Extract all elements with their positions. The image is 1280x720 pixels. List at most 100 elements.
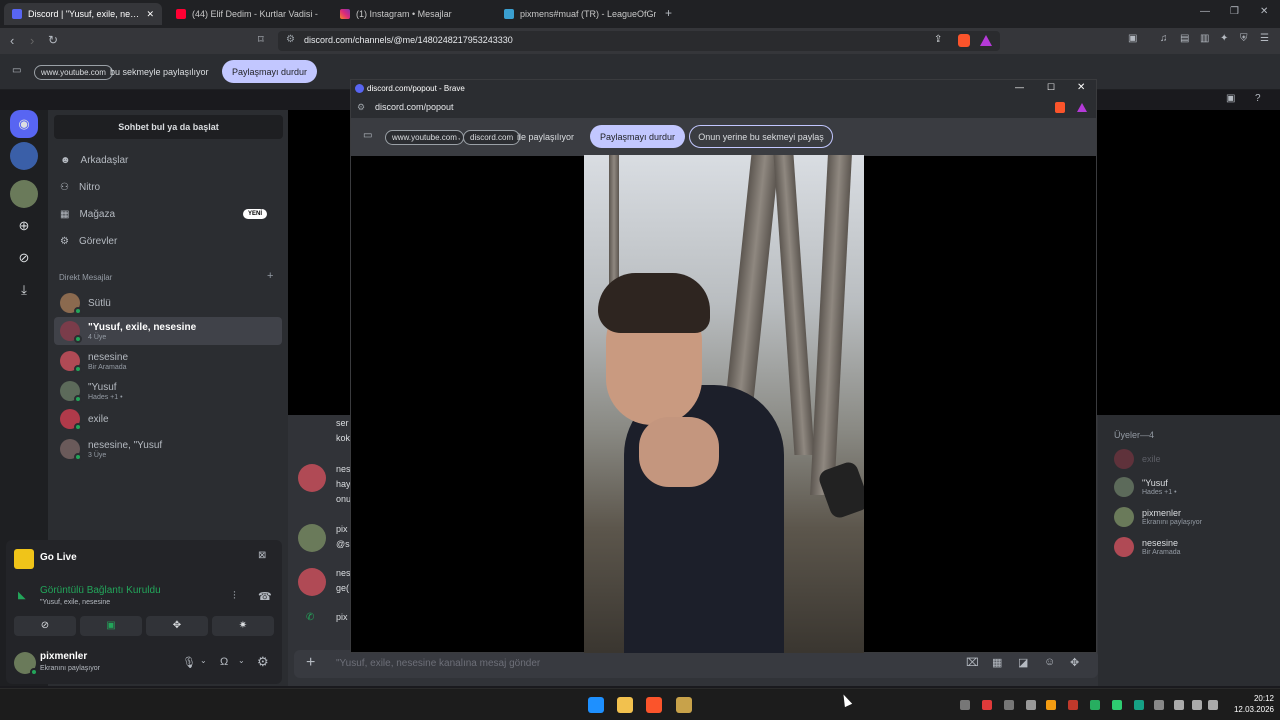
nav-nitro[interactable]: ⚇ Nitro <box>60 182 100 193</box>
close-window-button[interactable]: ✕ <box>1260 6 1268 17</box>
tab-leagueofgraphs[interactable]: pixmens#muaf (TR) - LeagueOfGraph <box>496 3 656 25</box>
download-icon[interactable]: ⤓ <box>10 276 38 304</box>
sidebar-icon[interactable]: ▤ <box>1180 33 1189 44</box>
dm-item[interactable]: "Yusuf, exile, nesesine 4 Üye <box>54 317 282 345</box>
tray-app-icon[interactable] <box>1112 700 1122 710</box>
apps-icon[interactable]: ✥ <box>1070 656 1079 669</box>
nav-quests[interactable]: ⚙ Görevler <box>60 236 117 247</box>
share-page-icon[interactable]: ⇪ <box>934 34 942 45</box>
dm-item[interactable]: nesesine Bir Aramada <box>54 347 282 375</box>
url-field[interactable]: ⚙ discord.com/channels/@me/1480248217953… <box>278 31 1000 51</box>
message-avatar[interactable] <box>298 524 326 552</box>
soundboard-button[interactable]: ✷ <box>212 616 274 636</box>
media-icon[interactable]: ♫ <box>1160 33 1168 44</box>
tray-app-icon[interactable] <box>1068 700 1078 710</box>
help-icon[interactable]: ? <box>1255 93 1261 104</box>
wallet-icon[interactable]: ▣ <box>1128 33 1137 44</box>
tray-app-icon[interactable] <box>960 700 970 710</box>
tray-app-icon[interactable] <box>1090 700 1100 710</box>
volume-icon[interactable] <box>1192 700 1202 710</box>
microphone-icon[interactable]: 🎙 <box>182 656 196 669</box>
tray-app-icon[interactable] <box>1026 700 1036 710</box>
tray-app-icon[interactable] <box>982 700 992 710</box>
tray-app-icon[interactable] <box>1004 700 1014 710</box>
server-avatar[interactable] <box>10 142 38 170</box>
member-item[interactable]: nesesine Bir Aramada <box>1114 535 1274 559</box>
minimize-button[interactable]: — <box>1015 82 1024 92</box>
leo-ai-icon[interactable]: ✦ <box>1220 33 1228 44</box>
direct-messages-icon[interactable]: ◉ <box>10 110 38 138</box>
screen-share-button[interactable]: ▣ <box>80 616 142 636</box>
member-item[interactable]: exile <box>1114 447 1274 471</box>
add-attachment-icon[interactable]: + <box>306 654 315 672</box>
gif-icon[interactable]: ▦ <box>992 656 1002 669</box>
bookmark-icon[interactable]: ⌑ <box>258 33 264 46</box>
site-settings-icon[interactable]: ⚙ <box>286 34 295 45</box>
vpn-icon[interactable]: ⛨ <box>1240 33 1248 44</box>
maximize-button[interactable]: ☐ <box>1047 82 1055 93</box>
settings-gear-icon[interactable]: ⚙ <box>257 654 269 670</box>
brave-shields-icon[interactable] <box>958 34 970 47</box>
disconnect-icon[interactable]: ☎ <box>258 590 272 603</box>
close-popout-button[interactable]: ✕ <box>1077 82 1085 93</box>
battery-icon[interactable] <box>1208 700 1218 710</box>
user-avatar[interactable] <box>14 652 38 676</box>
minimize-button[interactable]: — <box>1200 6 1210 17</box>
search-dm-field[interactable]: Sohbet bul ya da başlat <box>54 115 283 139</box>
reload-icon[interactable]: ↻ <box>48 33 58 47</box>
noise-suppression-icon[interactable]: ⫶ <box>233 590 236 603</box>
stop-sharing-button[interactable]: Paylaşmayı durdur <box>222 60 317 83</box>
dm-item[interactable]: exile <box>54 405 282 433</box>
tray-app-icon[interactable] <box>1134 700 1144 710</box>
windows-start-icon[interactable] <box>588 697 604 713</box>
nav-friends[interactable]: ☻ Arkadaşlar <box>60 155 128 166</box>
forward-icon[interactable]: › <box>30 33 34 48</box>
dm-item[interactable]: nesesine, "Yusuf 3 Üye <box>54 435 282 463</box>
nav-shop[interactable]: ▦ Mağaza <box>60 209 115 220</box>
tab-youtube[interactable]: (44) Elif Dedim - Kurtlar Vadisi - Y <box>168 3 328 25</box>
brave-rewards-icon[interactable] <box>1077 103 1087 112</box>
restore-button[interactable]: ❐ <box>1230 6 1239 17</box>
sticker-icon[interactable]: ◪ <box>1018 656 1028 669</box>
tab-discord[interactable]: Discord | "Yusuf, exile, nesesine ✕ <box>4 3 162 25</box>
server-avatar[interactable] <box>10 180 38 208</box>
back-icon[interactable]: ‹ <box>10 33 14 48</box>
dm-item[interactable]: "Yusuf Hades +1 • <box>54 377 282 405</box>
dm-item[interactable]: Sütlü <box>54 289 282 317</box>
create-dm-icon[interactable]: + <box>267 270 273 282</box>
clock[interactable]: 20:12 12.03.2026 <box>1226 694 1274 714</box>
gift-icon[interactable]: ⌧ <box>966 656 979 669</box>
tray-app-icon[interactable] <box>1046 700 1056 710</box>
stop-sharing-button[interactable]: Paylaşmayı durdur <box>590 125 685 148</box>
chevron-down-icon[interactable]: ⌄ <box>238 656 245 665</box>
message-input[interactable]: + "Yusuf, exile, nesesine kanalına mesaj… <box>294 650 1098 678</box>
brave-wallet-icon[interactable]: ▥ <box>1200 33 1209 44</box>
brave-shields-icon[interactable] <box>1055 102 1065 113</box>
member-item[interactable]: "Yusuf Hades +1 • <box>1114 475 1274 499</box>
share-this-tab-instead-button[interactable]: Onun yerine bu sekmeyi paylaş <box>689 125 833 148</box>
league-client-icon[interactable] <box>676 697 692 713</box>
chevron-down-icon[interactable]: ⌄ <box>200 656 207 665</box>
headphones-icon[interactable]: Ω <box>220 656 228 668</box>
microphone-icon[interactable] <box>1154 700 1164 710</box>
activities-button[interactable]: ✥ <box>146 616 208 636</box>
close-go-live-icon[interactable]: ⊠ <box>258 550 266 561</box>
stream-video[interactable] <box>584 155 864 653</box>
site-settings-icon[interactable]: ⚙ <box>357 102 365 113</box>
new-tab-button[interactable]: + <box>665 6 672 20</box>
emoji-icon[interactable]: ☺ <box>1044 656 1055 668</box>
inbox-icon[interactable]: ▣ <box>1226 93 1235 104</box>
brave-browser-icon[interactable] <box>646 697 662 713</box>
close-tab-icon[interactable]: ✕ <box>146 9 154 20</box>
menu-icon[interactable]: ☰ <box>1260 33 1269 44</box>
tab-instagram[interactable]: (1) Instagram • Mesajlar <box>332 3 492 25</box>
add-server-icon[interactable]: ⊕ <box>10 212 38 240</box>
message-avatar[interactable] <box>298 568 326 596</box>
message-avatar[interactable] <box>298 464 326 492</box>
network-icon[interactable] <box>1174 700 1184 710</box>
brave-rewards-icon[interactable] <box>980 35 992 46</box>
camera-off-button[interactable]: ⊘ <box>14 616 76 636</box>
file-explorer-icon[interactable] <box>617 697 633 713</box>
discover-icon[interactable]: ⊘ <box>10 244 38 272</box>
member-item[interactable]: pixmenler Ekranını paylaşıyor <box>1114 505 1274 529</box>
